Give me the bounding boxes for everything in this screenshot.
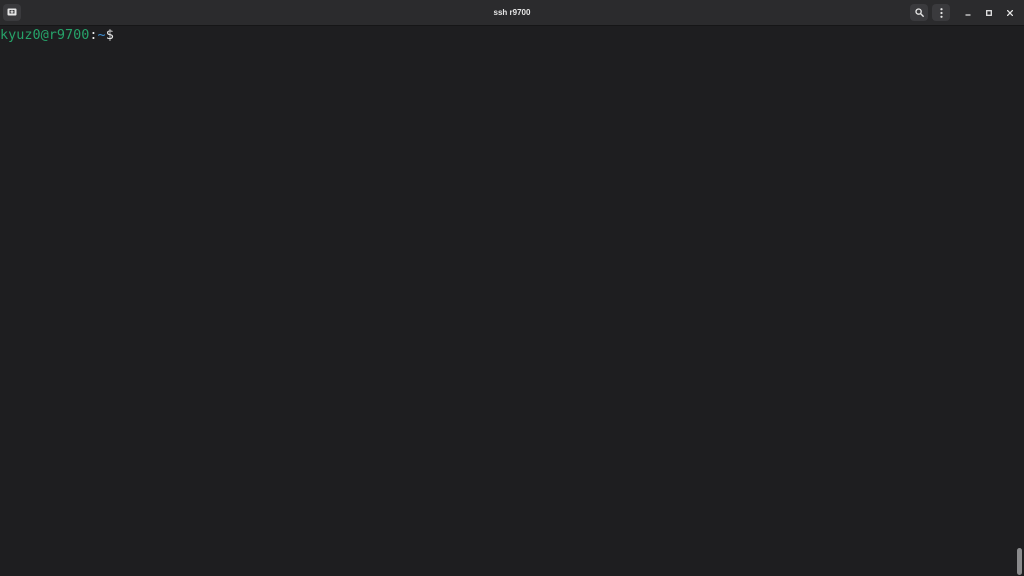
close-button[interactable]: [1002, 5, 1018, 21]
scrollbar-thumb[interactable]: [1017, 548, 1022, 575]
window-title: ssh r9700: [493, 8, 531, 17]
shell-prompt: kyuz0@r9700:~$: [0, 27, 114, 44]
kebab-menu-icon: [939, 7, 943, 18]
minimize-icon: [965, 10, 971, 16]
prompt-user-host: kyuz0@r9700: [0, 27, 90, 43]
new-tab-icon: [7, 8, 17, 17]
maximize-button[interactable]: [981, 5, 997, 21]
minimize-button[interactable]: [960, 5, 976, 21]
title-bar[interactable]: ssh r9700: [0, 0, 1024, 26]
terminal-window: ssh r9700 kyuz0@r9700:~$: [0, 0, 1024, 576]
terminal-output[interactable]: kyuz0@r9700:~$: [0, 26, 1016, 576]
maximize-icon: [986, 10, 992, 16]
search-icon: [914, 8, 924, 17]
new-tab-button[interactable]: [3, 4, 21, 21]
vertical-scrollbar[interactable]: [1016, 26, 1024, 576]
search-button[interactable]: [910, 4, 928, 21]
prompt-separator: :: [89, 27, 98, 43]
prompt-path: ~: [97, 27, 106, 43]
close-icon: [1007, 10, 1013, 16]
main-menu-button[interactable]: [932, 4, 950, 21]
prompt-symbol: $: [105, 27, 114, 43]
